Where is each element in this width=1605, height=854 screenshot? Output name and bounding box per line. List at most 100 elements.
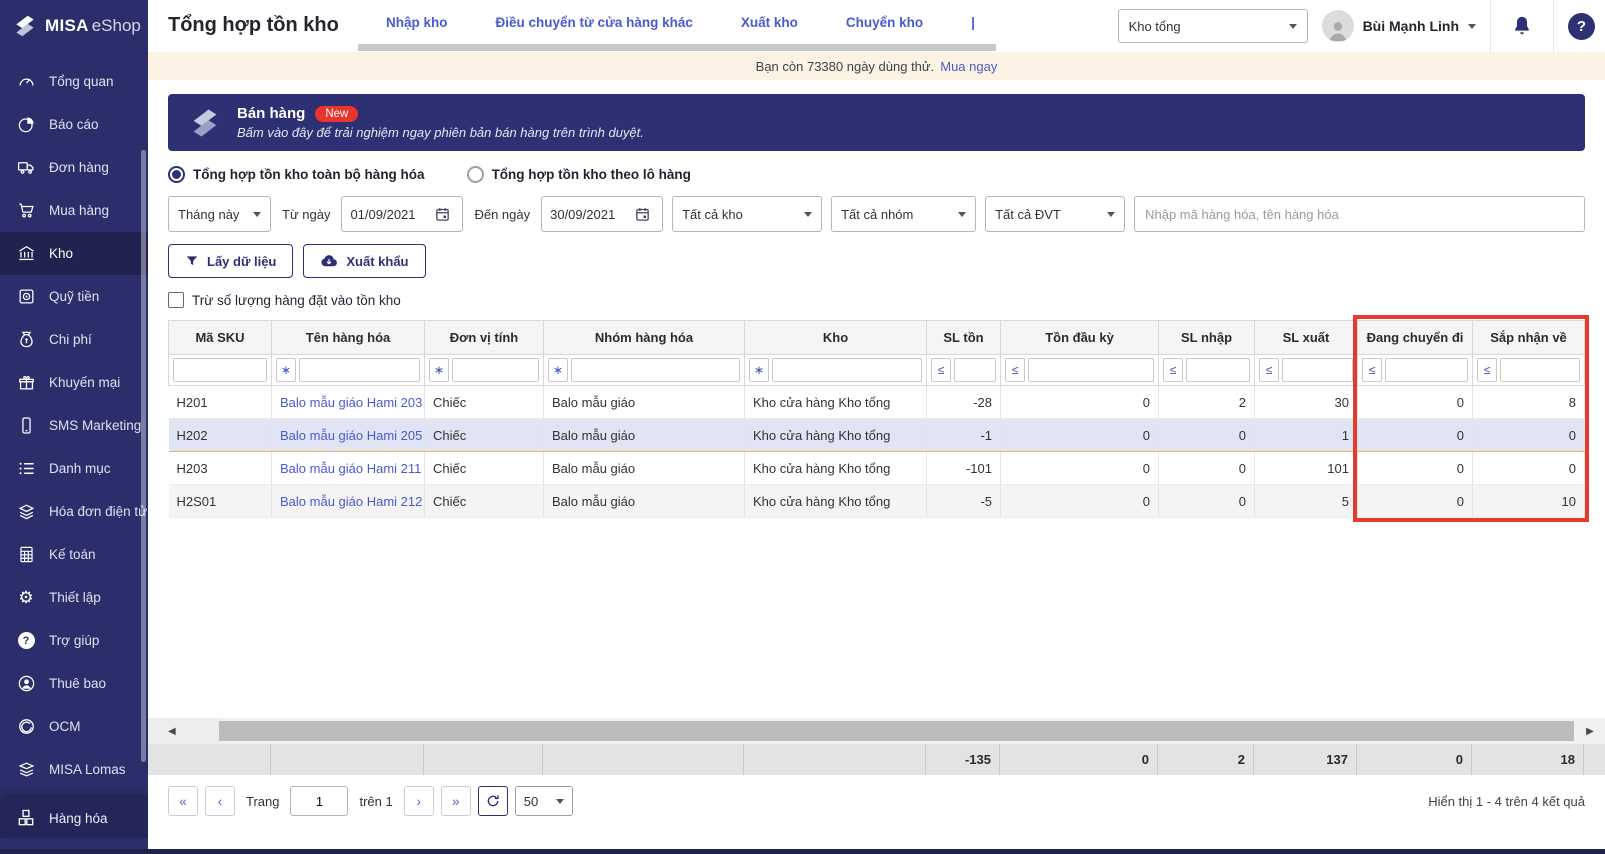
col-header-don-vi-tinh[interactable]: Đơn vị tính [424,320,544,355]
filter-op-button[interactable]: ∗ [749,358,769,382]
col-header-ma-sku[interactable]: Mã SKU [168,320,272,355]
sidebar-item-thue-bao[interactable]: Thuê bao [0,662,148,705]
sidebar-item-ke-toan[interactable]: Kế toán [0,533,148,576]
filter-input-nhom-hang-hoa[interactable] [571,358,740,382]
from-date-input[interactable] [350,206,429,222]
col-header-dang-chuyen-di[interactable]: Đang chuyển đi [1357,320,1473,355]
product-link[interactable]: Balo mẫu giáo Hami 203 [280,395,422,410]
group-select[interactable]: Tất cả nhóm [831,196,977,232]
filter-op-button[interactable]: ∗ [429,358,449,382]
filter-input-ma-sku[interactable] [173,358,267,382]
unit-select[interactable]: Tất cả ĐVT [985,196,1126,232]
sidebar-item-danh-muc[interactable]: Danh mục [0,447,148,490]
subtract-ordered-checkbox[interactable] [168,292,184,308]
tab-chuyen-kho[interactable]: Chuyển kho [846,15,923,30]
tab-dieu-chuyen[interactable]: Điều chuyển từ cửa hàng khác [496,15,693,30]
sidebar-item-sms-marketing[interactable]: SMS Marketing [0,404,148,447]
filter-input-ton-dau-ky[interactable] [1028,358,1154,382]
sidebar-item-hang-hoa[interactable]: Hàng hóa [0,798,148,838]
filter-input-sl-xuat[interactable] [1282,358,1353,382]
sidebar-item-don-hang[interactable]: Đơn hàng [0,146,148,189]
promo-banner[interactable]: Bán hàng New Bấm vào đây để trải nghiệm … [168,94,1585,151]
sidebar-item-misa-lomas[interactable]: MISA Lomas [0,748,148,791]
get-data-button[interactable]: Lấy dữ liệu [168,244,294,278]
user-menu[interactable]: Bùi Mạnh Linh [1321,10,1476,42]
col-header-nhom-hang-hoa[interactable]: Nhóm hàng hóa [543,320,745,355]
page-number-input[interactable] [290,786,349,816]
filter-op-button[interactable]: ∗ [548,358,568,382]
scroll-right-button[interactable]: ▶ [1575,718,1605,744]
filter-op-button[interactable]: ≤ [1163,358,1183,382]
sidebar-item-hoa-don-dien-tu[interactable]: Hóa đơn điện tử [0,490,148,533]
filter-op-button[interactable]: ≤ [1477,358,1497,382]
sidebar-scrollbar-thumb[interactable] [141,150,146,762]
sidebar-item-thiet-lap[interactable]: ⚙ Thiết lập [0,576,148,619]
filter-input-sap-nhan-ve[interactable] [1500,358,1580,382]
filter-input-sl-ton[interactable] [954,358,996,382]
to-date-field[interactable] [541,196,664,232]
sidebar-item-tong-quan[interactable]: Tổng quan [0,60,148,103]
tab-xuat-kho[interactable]: Xuất kho [741,15,798,30]
horizontal-scrollbar-thumb[interactable] [219,721,1574,741]
sidebar-item-quy-tien[interactable]: Quỹ tiền [0,275,148,318]
col-header-sl-xuat[interactable]: SL xuất [1254,320,1358,355]
page-title: Tổng hợp tồn kho [168,14,339,36]
table-row[interactable]: H2S01 Balo mẫu giáo Hami 212 Chiếc Balo … [168,484,1585,518]
filter-op-button[interactable]: ≤ [931,358,951,382]
tab-nhap-kho[interactable]: Nhập kho [386,15,448,30]
filter-op-button[interactable]: ≤ [1259,358,1279,382]
sidebar-item-khuyen-mai[interactable]: Khuyến mại [0,361,148,404]
filter-op-button[interactable]: ≤ [1362,358,1382,382]
scroll-left-button[interactable]: ◀ [148,718,219,744]
filter-input-sl-nhap[interactable] [1186,358,1250,382]
table-row[interactable]: H203 Balo mẫu giáo Hami 211 Chiếc Balo m… [168,451,1585,485]
next-page-button[interactable]: › [403,786,434,816]
filter-op-button[interactable]: ≤ [1005,358,1025,382]
filter-input-dang-chuyen-di[interactable] [1385,358,1468,382]
help-button[interactable]: ? [1568,12,1595,40]
sidebar-item-chi-phi[interactable]: Chi phí [0,318,148,361]
money-bag-icon [16,330,36,350]
sidebar-item-tro-giup[interactable]: ? Trợ giúp [0,619,148,662]
to-date-input[interactable] [550,206,629,222]
tab-partial[interactable]: | [971,15,975,30]
radio-by-lot[interactable]: Tổng hợp tồn kho theo lô hàng [466,166,691,183]
last-page-button[interactable]: » [440,786,471,816]
radio-all-goods[interactable]: Tổng hợp tồn kho toàn bộ hàng hóa [168,166,425,183]
chevron-down-icon [555,798,564,804]
export-button[interactable]: Xuất khẩu [303,244,426,278]
filter-op-button[interactable]: ∗ [276,358,296,382]
buy-now-link[interactable]: Mua ngay [940,59,997,74]
period-select[interactable]: Tháng này [168,196,271,232]
col-header-kho[interactable]: Kho [744,320,927,355]
filter-input-kho[interactable] [772,358,922,382]
table-row-selected[interactable]: H202 Balo mẫu giáo Hami 205 Chiếc Balo m… [168,418,1585,452]
refresh-button[interactable] [477,786,508,816]
warehouse-select[interactable]: Tất cả kho [672,196,823,232]
col-header-ten-hang-hoa[interactable]: Tên hàng hóa [271,320,425,355]
filter-input-ten-hang-hoa[interactable] [299,358,420,382]
col-header-sl-nhap[interactable]: SL nhập [1158,320,1255,355]
brand-logo[interactable]: MISA eShop [0,0,148,52]
product-link[interactable]: Balo mẫu giáo Hami 212 [280,494,422,509]
table-row[interactable]: H201 Balo mẫu giáo Hami 203 Chiếc Balo m… [168,385,1585,419]
from-date-field[interactable] [341,196,464,232]
product-link[interactable]: Balo mẫu giáo Hami 205 [280,428,422,443]
store-selector[interactable]: Kho tổng [1117,9,1308,43]
tab-strip-scrollbar[interactable] [358,44,996,51]
sidebar-item-bao-cao[interactable]: Báo cáo [0,103,148,146]
col-header-ton-dau-ky[interactable]: Tồn đầu kỳ [1000,320,1159,355]
sidebar-item-mua-hang[interactable]: Mua hàng [0,189,148,232]
first-page-button[interactable]: « [168,786,198,816]
sidebar-item-ocm[interactable]: OCM [0,705,148,748]
col-header-sap-nhan-ve[interactable]: Sắp nhận về [1472,320,1585,355]
col-header-sl-ton[interactable]: SL tồn [926,320,1001,355]
product-search-input[interactable] [1145,206,1574,222]
page-size-select[interactable]: 50 [514,786,573,816]
sidebar-item-kho[interactable]: Kho [0,232,148,275]
notifications-button[interactable] [1505,15,1539,37]
subscriber-icon [16,674,36,694]
prev-page-button[interactable]: ‹ [205,786,235,816]
filter-input-don-vi-tinh[interactable] [452,358,539,382]
product-link[interactable]: Balo mẫu giáo Hami 211 [280,461,421,476]
